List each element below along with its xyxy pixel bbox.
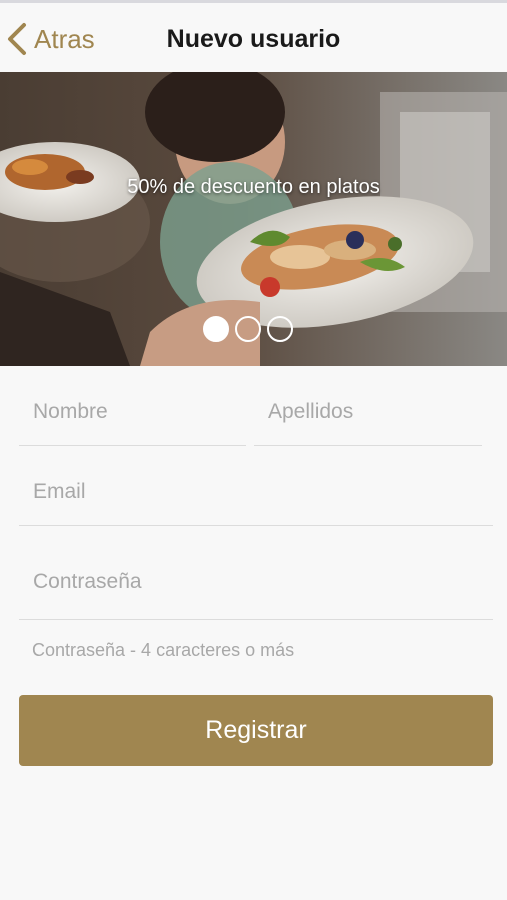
password-input[interactable] <box>19 544 493 619</box>
navigation-bar: Atras Nuevo usuario <box>0 0 507 72</box>
carousel-dot-2[interactable] <box>235 316 261 342</box>
first-name-field[interactable] <box>19 378 246 446</box>
promo-carousel[interactable]: 50% de descuento en platos <box>0 72 507 366</box>
last-name-input[interactable] <box>254 378 482 445</box>
password-hint: Contraseña - 4 caracteres o más <box>32 640 295 660</box>
password-field[interactable] <box>19 544 493 620</box>
email-input[interactable] <box>19 458 493 525</box>
register-button[interactable]: Registrar <box>19 695 493 766</box>
first-name-input[interactable] <box>19 378 246 445</box>
carousel-dot-1[interactable] <box>203 316 229 342</box>
email-field[interactable] <box>19 458 493 526</box>
carousel-page-indicator[interactable] <box>203 316 293 342</box>
promo-caption: 50% de descuento en platos <box>127 176 380 198</box>
carousel-dot-3[interactable] <box>267 316 293 342</box>
last-name-field[interactable] <box>254 378 482 446</box>
page-title: Nuevo usuario <box>166 25 341 53</box>
